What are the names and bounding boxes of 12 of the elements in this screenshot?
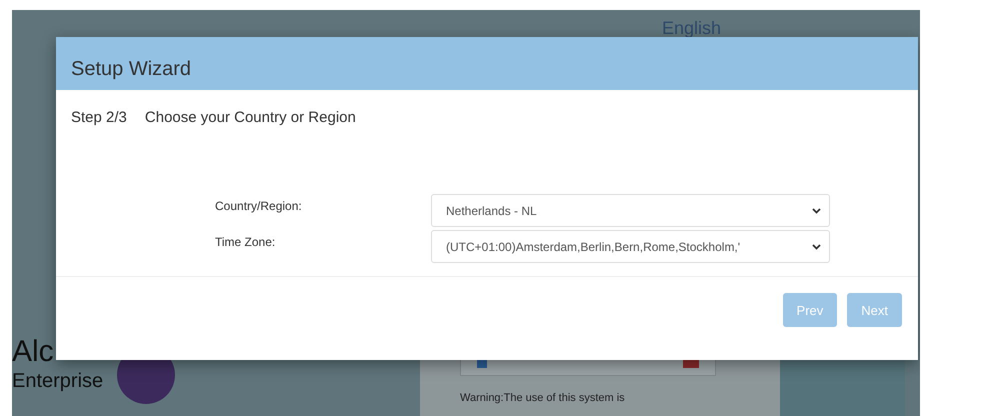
dropdown[interactable]: Netherlands - NL (431, 194, 830, 227)
chevron-icon (812, 244, 821, 250)
field-label: Country/Region: (215, 198, 303, 212)
field-label: Time Zone: (215, 234, 276, 248)
step-heading: Choose your Country or Region (144, 109, 356, 126)
brand-name: Alc (12, 334, 54, 370)
chevron-icon (812, 208, 821, 214)
warning-text: Warning:The use of this system is (460, 392, 626, 404)
brand-subtitle: Enterprise (12, 370, 104, 393)
dialog-title: Setup Wizard (71, 58, 192, 81)
dropdown[interactable]: (UTC+01:00)Amsterdam,Berlin,Bern,Rome,Stockholm,' (431, 230, 830, 263)
step-counter: Step 2/3 (71, 109, 127, 126)
